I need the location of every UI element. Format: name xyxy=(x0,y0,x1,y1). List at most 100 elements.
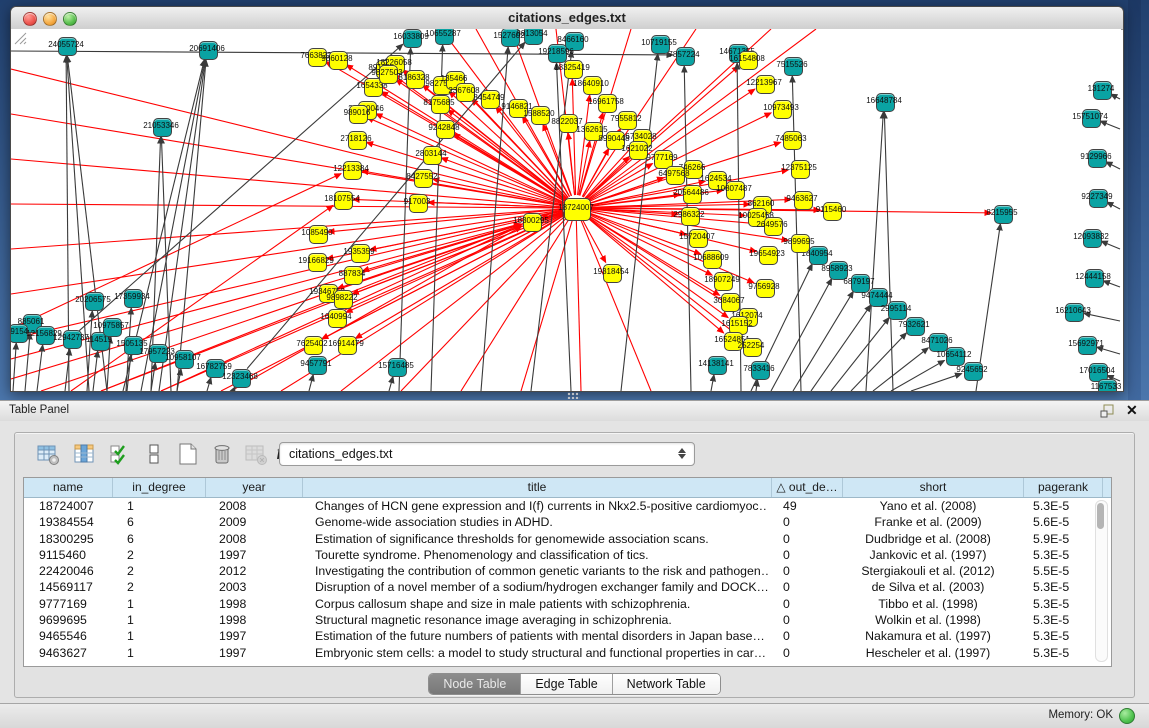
graph-node-16033809[interactable] xyxy=(403,29,422,48)
graph-node-2995114[interactable] xyxy=(888,301,907,320)
graph-node-21053346[interactable] xyxy=(153,118,172,137)
graph-node-8186328[interactable] xyxy=(406,70,425,89)
graph-node-12375125[interactable] xyxy=(791,160,810,179)
graph-node-12323468[interactable] xyxy=(232,369,251,388)
graph-node-7625402[interactable] xyxy=(304,336,323,355)
tab-node-table[interactable]: Node Table xyxy=(429,674,521,694)
graph-node-10975857[interactable] xyxy=(103,318,122,337)
table-settings-icon[interactable] xyxy=(35,441,61,467)
graph-node-7932621[interactable] xyxy=(906,317,925,336)
table-row[interactable]: 1938455462009Genome-wide association stu… xyxy=(24,514,1111,530)
graph-node-1085490[interactable] xyxy=(309,225,328,244)
graph-node-18724007[interactable] xyxy=(564,198,591,221)
graph-node-9898222[interactable] xyxy=(334,290,353,309)
column-header-0[interactable]: name xyxy=(24,478,113,497)
graph-node-12093832[interactable] xyxy=(1083,229,1102,248)
delete-table-icon[interactable] xyxy=(209,441,235,467)
graph-node-18107554[interactable] xyxy=(334,191,353,210)
tab-edge-table[interactable]: Edge Table xyxy=(521,674,612,694)
graph-node-1588520[interactable] xyxy=(531,106,550,125)
graph-node-18300295[interactable] xyxy=(523,213,542,232)
graph-node-39154[interactable] xyxy=(11,324,28,343)
graph-node-16648784[interactable] xyxy=(876,93,895,112)
graph-node-8958923[interactable] xyxy=(829,261,848,280)
column-header-1[interactable]: in_degree xyxy=(113,478,206,497)
select-rows-icon[interactable] xyxy=(107,441,133,467)
graph-node-9129966[interactable] xyxy=(1088,149,1107,168)
table-row[interactable]: 946554611997Estimation of the future num… xyxy=(24,628,1111,644)
graph-node-2367608[interactable] xyxy=(456,83,475,102)
table-scrollbar-thumb[interactable] xyxy=(1097,503,1104,529)
graph-node-16914479[interactable] xyxy=(338,336,357,355)
graph-node-9474444[interactable] xyxy=(869,288,888,307)
graph-node-989016[interactable] xyxy=(349,105,368,124)
graph-node-15720407[interactable] xyxy=(689,229,708,248)
graph-node-12213967[interactable] xyxy=(756,75,775,94)
graph-node-10655287[interactable] xyxy=(435,29,454,45)
graph-node-1362615[interactable] xyxy=(584,122,603,141)
graph-node-19654923[interactable] xyxy=(759,246,778,265)
graph-node-3084067[interactable] xyxy=(721,293,740,312)
graph-node-9860128[interactable] xyxy=(329,51,348,70)
graph-node-8813054[interactable] xyxy=(524,29,543,45)
graph-node-7663822[interactable] xyxy=(308,48,327,67)
graph-node-1640994[interactable] xyxy=(328,309,347,328)
table-source-select[interactable]: citations_edges.txt xyxy=(279,442,695,466)
graph-node-2986322[interactable] xyxy=(681,207,700,226)
panel-splitter-handle[interactable] xyxy=(567,392,580,399)
graph-node-10807487[interactable] xyxy=(726,181,745,200)
graph-node-7515526[interactable] xyxy=(784,57,803,76)
float-panel-icon[interactable] xyxy=(1100,404,1115,418)
graph-node-12213384[interactable] xyxy=(343,161,362,180)
graph-node-7485063[interactable] xyxy=(783,131,802,150)
graph-node-16961758[interactable] xyxy=(598,94,617,113)
graph-node-19218596[interactable] xyxy=(548,44,567,63)
graph-node-12156829[interactable] xyxy=(36,326,55,345)
graph-node-9146821[interactable] xyxy=(509,99,528,118)
graph-node-16782759[interactable] xyxy=(206,359,225,378)
graph-node-1624534[interactable] xyxy=(708,171,727,190)
column-header-2[interactable]: year xyxy=(206,478,303,497)
table-row[interactable]: 911546021997Tourette syndrome. Phenomeno… xyxy=(24,547,1111,563)
graph-node-9756928[interactable] xyxy=(756,279,775,298)
graph-node-1840954[interactable] xyxy=(809,246,828,265)
graph-node-12444158[interactable] xyxy=(1085,269,1104,288)
graph-node-1505135[interactable] xyxy=(124,336,143,355)
graph-node-746266[interactable] xyxy=(684,160,703,179)
column-header-4[interactable]: △ out_de… xyxy=(772,478,843,497)
row-height-icon[interactable] xyxy=(141,441,167,467)
table-row[interactable]: 969969511998Structural magnetic resonanc… xyxy=(24,612,1111,628)
graph-node-17359934[interactable] xyxy=(124,289,143,308)
table-vertical-scrollbar[interactable] xyxy=(1095,500,1108,662)
graph-node-16154808[interactable] xyxy=(739,51,758,70)
graph-node-1621022[interactable] xyxy=(629,141,648,160)
graph-node-20691406[interactable] xyxy=(199,41,218,60)
network-window-titlebar[interactable]: citations_edges.txt xyxy=(11,7,1123,30)
graph-node-16524851[interactable] xyxy=(724,332,743,351)
window-resize-grip-icon[interactable] xyxy=(11,29,27,45)
graph-node-14138141[interactable] xyxy=(708,356,727,375)
graph-node-10654112[interactable] xyxy=(946,347,965,366)
graph-node-8466160[interactable] xyxy=(565,32,584,51)
graph-node-15716485[interactable] xyxy=(388,358,407,377)
graph-node-18325419[interactable] xyxy=(564,60,583,79)
graph-node-9242848[interactable] xyxy=(436,120,455,139)
graph-node-20564486[interactable] xyxy=(683,185,702,204)
graph-node-19318454[interactable] xyxy=(603,264,622,283)
memory-status-indicator[interactable] xyxy=(1119,708,1135,724)
graph-node-10688609[interactable] xyxy=(703,250,722,269)
create-table-icon[interactable] xyxy=(175,441,201,467)
graph-node-8454749[interactable] xyxy=(481,90,500,109)
graph-node-9463627[interactable] xyxy=(794,191,813,210)
graph-node-8215955[interactable] xyxy=(994,205,1013,224)
graph-node-131274[interactable] xyxy=(1093,81,1112,100)
node-table[interactable]: namein_degreeyeartitle△ out_de…shortpage… xyxy=(23,477,1112,667)
graph-node-18907249[interactable] xyxy=(714,272,733,291)
graph-node-6879197[interactable] xyxy=(851,274,870,293)
graph-node-9227349[interactable] xyxy=(1089,189,1108,208)
graph-node-8175685[interactable] xyxy=(431,95,450,114)
table-row[interactable]: 1456911722003Disruption of a novel membe… xyxy=(24,579,1111,595)
table-row[interactable]: 1872400712008Changes of HCN gene express… xyxy=(24,498,1111,514)
graph-node-8822037[interactable] xyxy=(559,114,578,133)
graph-node-17957223[interactable] xyxy=(149,344,168,363)
